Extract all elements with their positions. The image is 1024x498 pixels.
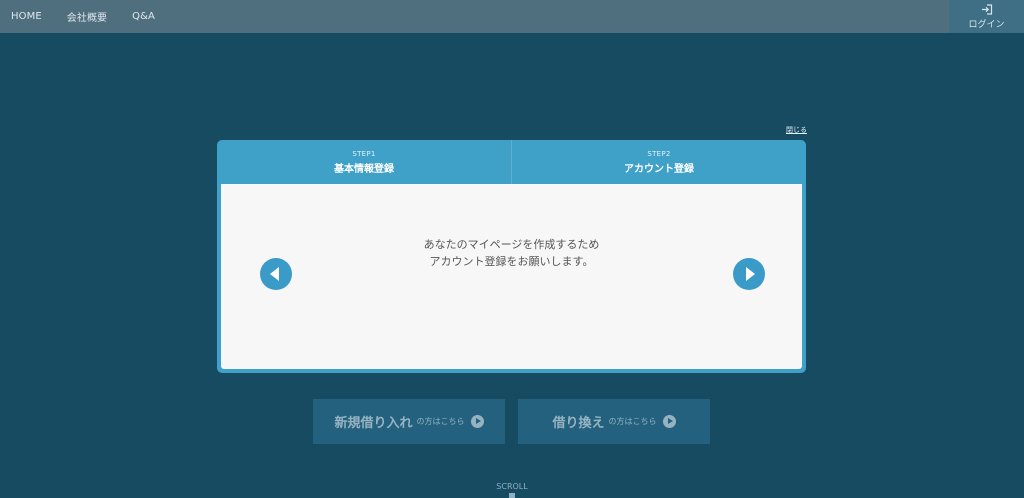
login-label: ログイン <box>968 19 1005 30</box>
message-line-1: あなたのマイページを作成するため <box>423 238 600 251</box>
login-icon <box>981 3 992 15</box>
step-header: STEP1 基本情報登録 STEP2 アカウント登録 <box>217 140 806 184</box>
arrow-right-icon <box>470 415 484 428</box>
modal-close-link[interactable]: 閉じる <box>786 125 807 135</box>
step-1-number: STEP1 <box>352 149 376 158</box>
arrow-right-icon <box>662 415 676 428</box>
registration-modal: STEP1 基本情報登録 STEP2 アカウント登録 あなたのマイページを作成す… <box>217 140 806 373</box>
next-slide-button[interactable] <box>733 258 765 290</box>
nav-company-link[interactable]: 会社概要 <box>67 9 107 24</box>
step-2: STEP2 アカウント登録 <box>511 140 806 184</box>
modal-message: あなたのマイページを作成するため アカウント登録をお願いします。 <box>221 236 802 270</box>
scroll-indicator-label: SCROLL <box>496 482 528 491</box>
step-2-number: STEP2 <box>647 149 671 158</box>
top-navigation-bar: HOME 会社概要 Q&A ログイン <box>0 0 1024 33</box>
step-2-title: アカウント登録 <box>624 163 694 175</box>
new-loan-sublabel: の方はこちら <box>416 417 465 426</box>
new-loan-button[interactable]: 新規借り入れ の方はこちら <box>313 399 505 444</box>
nav-home-link[interactable]: HOME <box>11 11 42 22</box>
login-button[interactable]: ログイン <box>949 0 1024 33</box>
step-1: STEP1 基本情報登録 <box>217 140 511 184</box>
step-1-title: 基本情報登録 <box>334 163 394 175</box>
new-loan-label: 新規借り入れ <box>334 416 413 431</box>
nav-qa-link[interactable]: Q&A <box>132 11 155 22</box>
refinance-sublabel: の方はこちら <box>608 417 657 426</box>
message-line-2: アカウント登録をお願いします。 <box>429 255 594 268</box>
scroll-indicator-icon <box>509 493 515 498</box>
modal-content: あなたのマイページを作成するため アカウント登録をお願いします。 <box>221 184 802 369</box>
refinance-label: 借り換え <box>552 416 605 431</box>
main-nav: HOME 会社概要 Q&A <box>0 0 169 33</box>
refinance-button[interactable]: 借り換え の方はこちら <box>518 399 710 444</box>
